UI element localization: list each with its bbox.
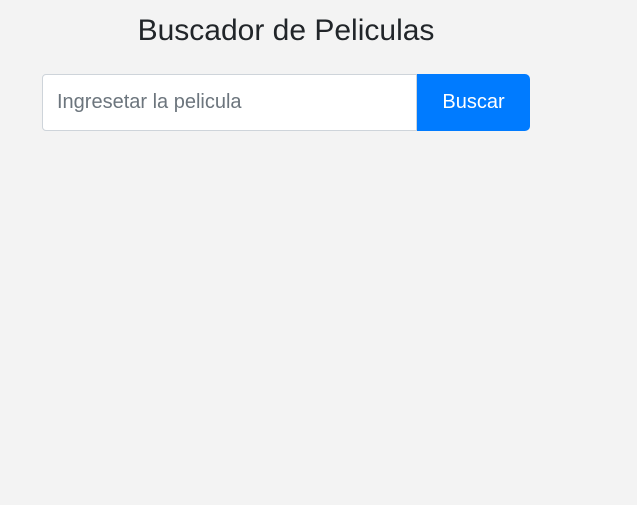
search-input[interactable]	[42, 74, 417, 131]
page-title: Buscador de Peliculas	[137, 14, 435, 47]
search-button[interactable]: Buscar	[417, 74, 530, 131]
search-form: Buscar	[42, 74, 530, 131]
